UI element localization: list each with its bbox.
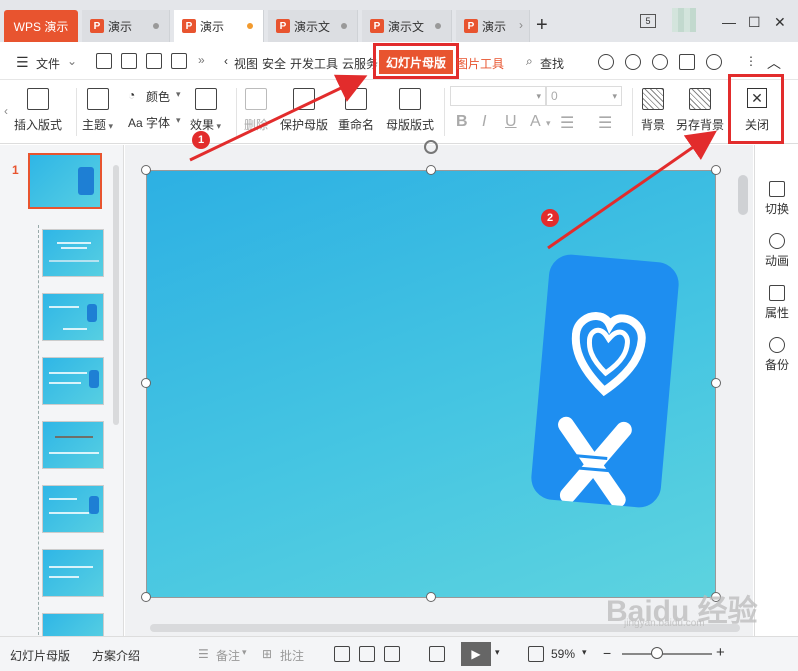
annotation-arrow-2 xyxy=(547,130,717,250)
baidu-watermark-url: jingyan.baidu.com xyxy=(624,618,705,629)
annotation-arrow-1 xyxy=(189,74,368,162)
annotation-badge-2: 2 xyxy=(541,209,559,227)
annotation-badge-1: 1 xyxy=(192,131,210,149)
annotation-arrows xyxy=(189,74,717,250)
